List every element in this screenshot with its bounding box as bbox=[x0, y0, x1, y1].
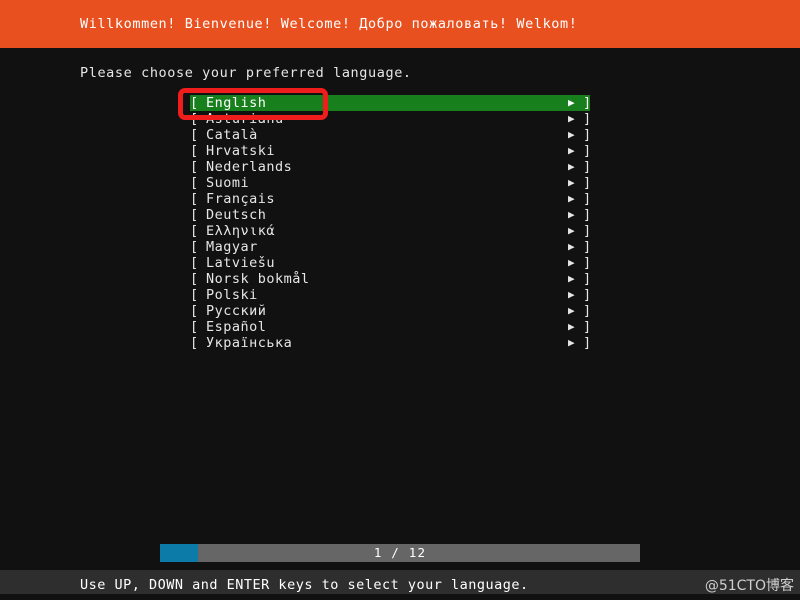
bracket-close: ] bbox=[583, 335, 592, 351]
language-option[interactable]: [ Suomi ▶] bbox=[190, 175, 592, 191]
language-option[interactable]: [ Deutsch ▶] bbox=[190, 207, 592, 223]
progress-bar-label: 1 / 12 bbox=[373, 545, 427, 560]
language-option-label: Deutsch bbox=[206, 207, 267, 223]
bracket-open: [ bbox=[190, 95, 199, 111]
language-option-label: Ελληνικά bbox=[206, 223, 276, 239]
chevron-right-icon: ▶ bbox=[568, 160, 576, 173]
progress-bar: 1 / 12 bbox=[160, 544, 640, 562]
prompt-text: Please choose your preferred language. bbox=[80, 65, 412, 81]
language-option[interactable]: [ Español ▶] bbox=[190, 319, 592, 335]
language-option[interactable]: [ Français ▶] bbox=[190, 191, 592, 207]
bracket-open: [ bbox=[190, 335, 199, 351]
chevron-right-icon: ▶ bbox=[568, 288, 576, 301]
chevron-right-icon: ▶ bbox=[568, 144, 576, 157]
language-option[interactable]: [ Asturianu ▶] bbox=[190, 111, 592, 127]
language-option[interactable]: [ English ▶] bbox=[190, 95, 592, 111]
chevron-right-icon: ▶ bbox=[568, 336, 576, 349]
footer-bottom-strip bbox=[0, 594, 800, 600]
chevron-right-icon: ▶ bbox=[568, 304, 576, 317]
chevron-right-icon: ▶ bbox=[568, 240, 576, 253]
chevron-right-icon: ▶ bbox=[568, 224, 576, 237]
bracket-open: [ bbox=[190, 191, 199, 207]
bracket-close: ] bbox=[583, 271, 592, 287]
bracket-open: [ bbox=[190, 159, 199, 175]
language-option[interactable]: [ Català ▶] bbox=[190, 127, 592, 143]
language-option-label: Français bbox=[206, 191, 276, 207]
chevron-right-icon: ▶ bbox=[568, 96, 576, 109]
welcome-banner: Willkommen! Bienvenue! Welcome! Добро по… bbox=[0, 0, 800, 48]
language-option-label: Español bbox=[206, 319, 267, 335]
language-option-label: Norsk bokmål bbox=[206, 271, 310, 287]
bracket-close: ] bbox=[583, 143, 592, 159]
chevron-right-icon: ▶ bbox=[568, 256, 576, 269]
bracket-open: [ bbox=[190, 111, 199, 127]
bracket-open: [ bbox=[190, 207, 199, 223]
installer-screen: Willkommen! Bienvenue! Welcome! Добро по… bbox=[0, 0, 800, 600]
chevron-right-icon: ▶ bbox=[568, 192, 576, 205]
bracket-open: [ bbox=[190, 319, 199, 335]
bracket-close: ] bbox=[583, 239, 592, 255]
bracket-open: [ bbox=[190, 143, 199, 159]
chevron-right-icon: ▶ bbox=[568, 112, 576, 125]
bracket-close: ] bbox=[583, 303, 592, 319]
bracket-open: [ bbox=[190, 271, 199, 287]
bracket-open: [ bbox=[190, 239, 199, 255]
language-option[interactable]: [ Hrvatski ▶] bbox=[190, 143, 592, 159]
bracket-close: ] bbox=[583, 287, 592, 303]
language-option[interactable]: [ Русский ▶] bbox=[190, 303, 592, 319]
bracket-open: [ bbox=[190, 175, 199, 191]
bracket-open: [ bbox=[190, 303, 199, 319]
language-option-label: Polski bbox=[206, 287, 258, 303]
chevron-right-icon: ▶ bbox=[568, 320, 576, 333]
bracket-close: ] bbox=[583, 223, 592, 239]
watermark-text: @51CTO博客 bbox=[704, 578, 794, 594]
chevron-right-icon: ▶ bbox=[568, 176, 576, 189]
bracket-close: ] bbox=[583, 207, 592, 223]
bracket-close: ] bbox=[583, 159, 592, 175]
language-list[interactable]: [ English ▶] [ Asturianu ▶] [ Català ▶] [ Hrvatski… bbox=[190, 95, 592, 351]
language-option-label: Asturianu bbox=[206, 111, 284, 127]
language-option-label: Suomi bbox=[206, 175, 250, 191]
bracket-close: ] bbox=[583, 175, 592, 191]
chevron-right-icon: ▶ bbox=[568, 208, 576, 221]
language-option[interactable]: [ Magyar ▶] bbox=[190, 239, 592, 255]
language-option-label: Català bbox=[206, 127, 258, 143]
language-option-label: Hrvatski bbox=[206, 143, 276, 159]
bracket-close: ] bbox=[583, 111, 592, 127]
language-option-label: Magyar bbox=[206, 239, 258, 255]
language-option[interactable]: [ Українська ▶] bbox=[190, 335, 592, 351]
bracket-close: ] bbox=[583, 319, 592, 335]
language-option-label: English bbox=[206, 95, 267, 111]
language-option[interactable]: [ Ελληνικά ▶] bbox=[190, 223, 592, 239]
chevron-right-icon: ▶ bbox=[568, 128, 576, 141]
bracket-close: ] bbox=[583, 255, 592, 271]
language-option[interactable]: [ Nederlands ▶] bbox=[190, 159, 592, 175]
bracket-close: ] bbox=[583, 191, 592, 207]
chevron-right-icon: ▶ bbox=[568, 272, 576, 285]
bracket-close: ] bbox=[583, 127, 592, 143]
language-option-label: Nederlands bbox=[206, 159, 293, 175]
bracket-open: [ bbox=[190, 127, 199, 143]
language-option[interactable]: [ Latviešu ▶] bbox=[190, 255, 592, 271]
language-option-label: Latviešu bbox=[206, 255, 276, 271]
welcome-text: Willkommen! Bienvenue! Welcome! Добро по… bbox=[80, 16, 578, 32]
bracket-close: ] bbox=[583, 95, 592, 111]
bracket-open: [ bbox=[190, 223, 199, 239]
language-option[interactable]: [ Polski ▶] bbox=[190, 287, 592, 303]
language-option-label: Русский bbox=[206, 303, 267, 319]
bracket-open: [ bbox=[190, 255, 199, 271]
bracket-open: [ bbox=[190, 287, 199, 303]
language-option[interactable]: [ Norsk bokmål ▶] bbox=[190, 271, 592, 287]
language-option-label: Українська bbox=[206, 335, 293, 351]
footer-hint-text: Use UP, DOWN and ENTER keys to select yo… bbox=[80, 577, 529, 593]
